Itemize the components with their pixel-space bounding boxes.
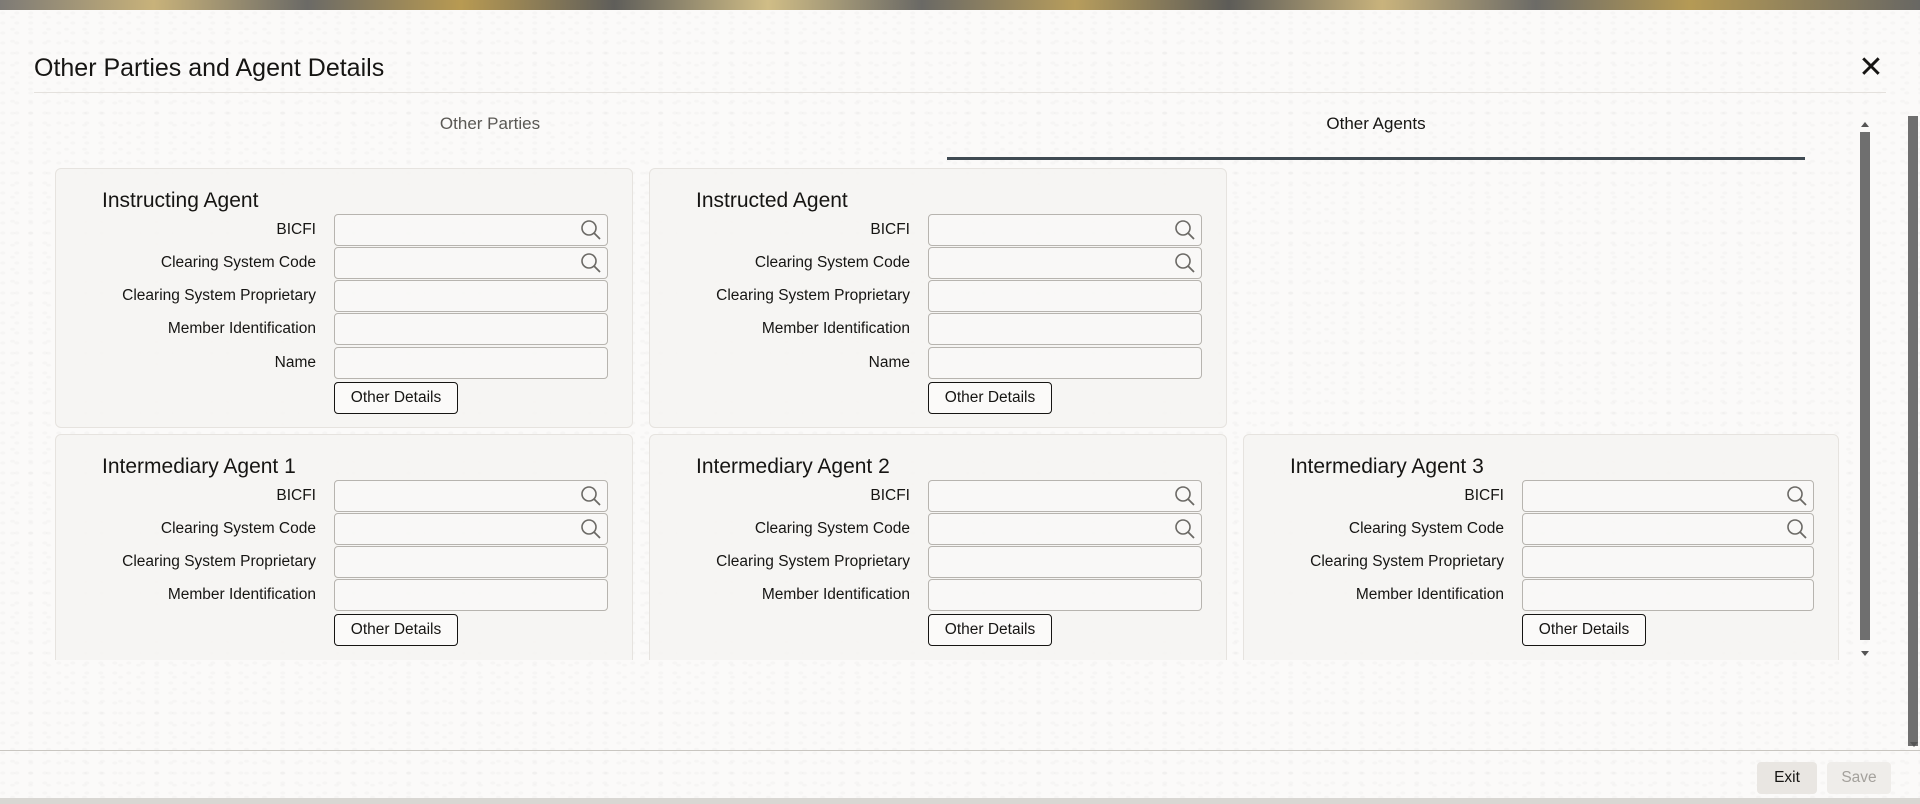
- clearing-system-code-input[interactable]: [334, 513, 608, 545]
- title-divider: [34, 92, 1886, 93]
- member-identification-input[interactable]: [928, 579, 1202, 611]
- member-identification-label: Member Identification: [761, 586, 910, 603]
- search-icon[interactable]: [579, 484, 603, 508]
- tab-other-parties[interactable]: Other Parties: [55, 110, 925, 160]
- search-icon[interactable]: [579, 517, 603, 541]
- bicfi-label: BICFI: [870, 221, 910, 238]
- panel-title: Intermediary Agent 1: [102, 455, 296, 478]
- scrollbar-thumb[interactable]: [1860, 132, 1870, 640]
- search-icon[interactable]: [579, 251, 603, 275]
- scroll-down-arrow-icon[interactable]: [1861, 651, 1869, 656]
- other-details-button[interactable]: Other Details: [928, 614, 1052, 646]
- page-scrollbar-thumb[interactable]: [1908, 116, 1918, 746]
- other-details-button[interactable]: Other Details: [928, 382, 1052, 414]
- search-icon[interactable]: [1173, 251, 1197, 275]
- other-parties-agent-dialog: Other Parties and Agent Details ✕ Other …: [0, 10, 1920, 804]
- panel-title: Instructing Agent: [102, 189, 259, 212]
- bicfi-input[interactable]: [334, 214, 608, 246]
- other-details-button[interactable]: Other Details: [334, 382, 458, 414]
- save-button[interactable]: Save: [1827, 762, 1891, 794]
- intermediary-agent-3-panel: Intermediary Agent 3 BICFI Clearing Syst…: [1243, 434, 1839, 660]
- clearing-system-code-input[interactable]: [928, 247, 1202, 279]
- name-label: Name: [868, 354, 910, 371]
- name-input[interactable]: [334, 347, 608, 379]
- clearing-system-proprietary-label: Clearing System Proprietary: [122, 287, 316, 304]
- clearing-system-proprietary-label: Clearing System Proprietary: [716, 287, 910, 304]
- intermediary-agent-1-panel: Intermediary Agent 1 BICFI Clearing Syst…: [55, 434, 633, 660]
- clearing-system-proprietary-input[interactable]: [1522, 546, 1814, 578]
- scroll-up-arrow-icon[interactable]: [1861, 122, 1869, 127]
- clearing-system-code-input[interactable]: [928, 513, 1202, 545]
- panel-title: Instructed Agent: [696, 189, 848, 212]
- search-icon[interactable]: [1173, 517, 1197, 541]
- bottom-bar: [0, 798, 1920, 804]
- instructing-agent-panel: Instructing Agent BICFI Clearing System …: [55, 168, 633, 428]
- close-icon[interactable]: ✕: [1856, 53, 1886, 84]
- clearing-system-proprietary-input[interactable]: [928, 280, 1202, 312]
- clearing-system-proprietary-input[interactable]: [334, 280, 608, 312]
- search-icon[interactable]: [1785, 517, 1809, 541]
- bicfi-input[interactable]: [928, 480, 1202, 512]
- member-identification-input[interactable]: [334, 579, 608, 611]
- tab-bar: Other Parties Other Agents: [55, 110, 1805, 160]
- member-identification-input[interactable]: [334, 313, 608, 345]
- tab-other-agents[interactable]: Other Agents: [947, 110, 1805, 160]
- clearing-system-code-label: Clearing System Code: [160, 254, 316, 271]
- top-banner-strip: [0, 0, 1920, 10]
- bicfi-label: BICFI: [1464, 487, 1504, 504]
- member-identification-label: Member Identification: [167, 320, 316, 337]
- clearing-system-proprietary-input[interactable]: [334, 546, 608, 578]
- member-identification-input[interactable]: [928, 313, 1202, 345]
- bicfi-input[interactable]: [334, 480, 608, 512]
- search-icon[interactable]: [1173, 484, 1197, 508]
- member-identification-label: Member Identification: [761, 320, 910, 337]
- search-icon[interactable]: [1785, 484, 1809, 508]
- clearing-system-code-label: Clearing System Code: [1348, 520, 1504, 537]
- footer-divider: [0, 750, 1920, 751]
- search-icon[interactable]: [1173, 218, 1197, 242]
- bicfi-label: BICFI: [870, 487, 910, 504]
- name-input[interactable]: [928, 347, 1202, 379]
- clearing-system-code-input[interactable]: [1522, 513, 1814, 545]
- bicfi-label: BICFI: [276, 487, 316, 504]
- clearing-system-code-input[interactable]: [334, 247, 608, 279]
- exit-button[interactable]: Exit: [1757, 762, 1817, 794]
- dialog-title: Other Parties and Agent Details: [34, 54, 385, 82]
- clearing-system-code-label: Clearing System Code: [754, 254, 910, 271]
- bicfi-label: BICFI: [276, 221, 316, 238]
- clearing-system-proprietary-label: Clearing System Proprietary: [1310, 553, 1504, 570]
- other-details-button[interactable]: Other Details: [334, 614, 458, 646]
- bicfi-input[interactable]: [928, 214, 1202, 246]
- page-scroll-down-arrow-icon[interactable]: [1910, 742, 1918, 747]
- panel-title: Intermediary Agent 2: [696, 455, 890, 478]
- member-identification-input[interactable]: [1522, 579, 1814, 611]
- instructed-agent-panel: Instructed Agent BICFI Clearing System C…: [649, 168, 1227, 428]
- member-identification-label: Member Identification: [167, 586, 316, 603]
- panel-scrollbar[interactable]: [1858, 122, 1872, 656]
- clearing-system-code-label: Clearing System Code: [754, 520, 910, 537]
- other-details-button[interactable]: Other Details: [1522, 614, 1646, 646]
- panel-title: Intermediary Agent 3: [1290, 455, 1484, 478]
- agents-scroll-area: Instructing Agent BICFI Clearing System …: [40, 158, 1840, 660]
- clearing-system-proprietary-label: Clearing System Proprietary: [716, 553, 910, 570]
- name-label: Name: [274, 354, 316, 371]
- bicfi-input[interactable]: [1522, 480, 1814, 512]
- clearing-system-proprietary-input[interactable]: [928, 546, 1202, 578]
- intermediary-agent-2-panel: Intermediary Agent 2 BICFI Clearing Syst…: [649, 434, 1227, 660]
- member-identification-label: Member Identification: [1355, 586, 1504, 603]
- search-icon[interactable]: [579, 218, 603, 242]
- clearing-system-code-label: Clearing System Code: [160, 520, 316, 537]
- clearing-system-proprietary-label: Clearing System Proprietary: [122, 553, 316, 570]
